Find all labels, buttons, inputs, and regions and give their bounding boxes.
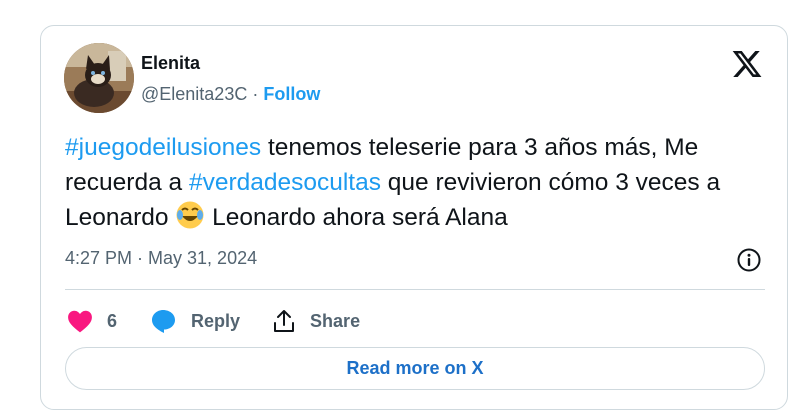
reply-button[interactable]: Reply bbox=[149, 308, 240, 334]
author-avatar[interactable] bbox=[64, 43, 134, 113]
share-button[interactable]: Share bbox=[272, 308, 360, 334]
reply-bubble-icon bbox=[152, 310, 176, 333]
handle-separator: · bbox=[247, 84, 264, 104]
follow-button[interactable]: Follow bbox=[263, 84, 320, 104]
author-handle-row: @Elenita23C · Follow bbox=[141, 82, 320, 106]
action-bar: 6 Reply Share bbox=[67, 306, 392, 336]
author-handle[interactable]: @Elenita23C bbox=[141, 84, 247, 104]
info-icon[interactable] bbox=[736, 247, 762, 273]
tweet-timestamp[interactable]: 4:27 PM · May 31, 2024 bbox=[65, 248, 257, 269]
embedded-tweet-card: Elenita @Elenita23C · Follow #juegodeilu… bbox=[40, 25, 788, 410]
heart-icon bbox=[68, 310, 92, 333]
author-block: Elenita @Elenita23C · Follow bbox=[141, 51, 320, 106]
read-more-button[interactable]: Read more on X bbox=[65, 347, 765, 390]
author-display-name[interactable]: Elenita bbox=[141, 51, 320, 75]
reply-label: Reply bbox=[191, 310, 241, 331]
like-count: 6 bbox=[107, 310, 118, 331]
read-more-label: Read more on X bbox=[346, 358, 484, 378]
x-logo-icon[interactable] bbox=[731, 48, 763, 80]
share-icon bbox=[274, 310, 295, 332]
hashtag-link[interactable]: #verdadesocultas bbox=[189, 169, 381, 196]
face-with-tears-of-joy-icon bbox=[175, 200, 205, 240]
divider bbox=[65, 289, 765, 290]
share-label: Share bbox=[310, 310, 361, 331]
like-button[interactable]: 6 bbox=[67, 309, 117, 333]
tweet-text: #juegodeilusiones tenemos teleserie para… bbox=[65, 130, 785, 240]
hashtag-link[interactable]: #juegodeilusiones bbox=[65, 134, 261, 161]
tweet-text-segment: Leonardo ahora será Alana bbox=[205, 204, 508, 231]
cat-avatar-icon bbox=[64, 43, 134, 113]
